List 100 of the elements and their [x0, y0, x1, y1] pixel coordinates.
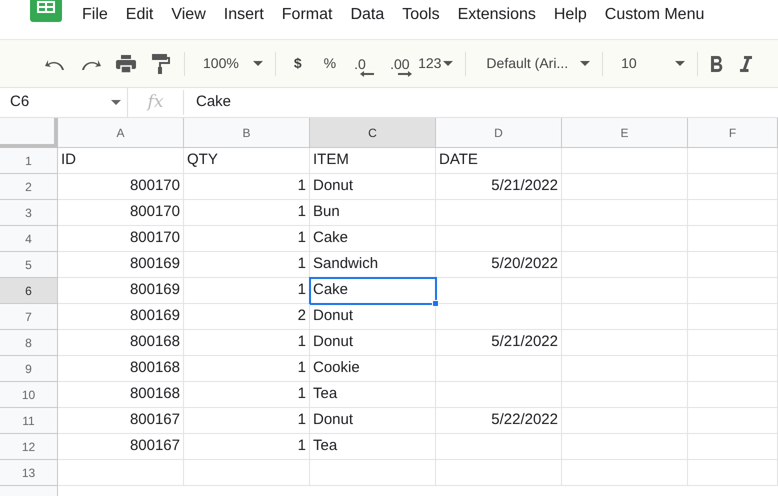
table-cell[interactable] — [58, 460, 184, 486]
table-cell[interactable]: 1 — [184, 252, 310, 278]
table-cell[interactable] — [688, 174, 778, 200]
table-cell[interactable]: 1 — [184, 278, 310, 304]
menu-item[interactable]: Format — [282, 3, 332, 27]
table-cell[interactable]: QTY — [184, 148, 310, 174]
table-cell[interactable]: 800169 — [58, 278, 184, 304]
table-cell[interactable] — [436, 304, 562, 330]
table-cell[interactable]: 5/20/2022 — [436, 252, 562, 278]
row-header[interactable]: 7 — [0, 304, 58, 330]
table-cell[interactable] — [688, 278, 778, 304]
table-cell[interactable] — [436, 434, 562, 460]
column-header[interactable]: A — [58, 118, 184, 148]
table-cell[interactable]: 1 — [184, 382, 310, 408]
row-header[interactable]: 4 — [0, 226, 58, 252]
table-cell[interactable]: Donut — [310, 304, 436, 330]
table-cell[interactable] — [562, 148, 688, 174]
table-cell[interactable]: 5/21/2022 — [436, 330, 562, 356]
table-cell[interactable]: Donut — [310, 330, 436, 356]
table-cell[interactable]: 1 — [184, 408, 310, 434]
table-cell[interactable]: Donut — [310, 408, 436, 434]
row-header[interactable]: 13 — [0, 460, 58, 486]
sheets-logo-icon[interactable] — [30, 0, 62, 22]
table-cell[interactable]: 800168 — [58, 330, 184, 356]
table-cell[interactable]: 1 — [184, 434, 310, 460]
table-cell[interactable]: 800168 — [58, 382, 184, 408]
table-cell[interactable]: Bun — [310, 200, 436, 226]
row-header[interactable]: 12 — [0, 434, 58, 460]
table-cell[interactable]: ID — [58, 148, 184, 174]
table-cell[interactable] — [562, 434, 688, 460]
column-header[interactable]: C — [310, 118, 436, 148]
table-cell[interactable]: 800170 — [58, 226, 184, 252]
row-header[interactable]: 2 — [0, 174, 58, 200]
row-header[interactable]: 6 — [0, 278, 58, 304]
table-cell[interactable] — [688, 200, 778, 226]
table-cell[interactable]: 1 — [184, 200, 310, 226]
table-cell[interactable]: DATE — [436, 148, 562, 174]
table-cell[interactable] — [562, 356, 688, 382]
column-header[interactable]: B — [184, 118, 310, 148]
table-cell[interactable] — [562, 200, 688, 226]
table-cell[interactable] — [562, 382, 688, 408]
table-cell[interactable] — [436, 278, 562, 304]
currency-button[interactable]: $ — [294, 53, 302, 74]
table-cell[interactable] — [562, 174, 688, 200]
table-cell[interactable] — [688, 460, 778, 486]
table-cell[interactable] — [436, 200, 562, 226]
table-cell[interactable]: Tea — [310, 434, 436, 460]
formula-input[interactable]: Cake — [196, 91, 696, 114]
print-icon[interactable] — [116, 54, 136, 72]
table-cell[interactable] — [688, 304, 778, 330]
table-cell[interactable]: 800170 — [58, 200, 184, 226]
table-cell[interactable] — [562, 304, 688, 330]
table-cell[interactable]: 2 — [184, 304, 310, 330]
table-cell[interactable]: 5/22/2022 — [436, 408, 562, 434]
table-cell[interactable]: 800168 — [58, 356, 184, 382]
table-cell[interactable] — [562, 252, 688, 278]
table-cell[interactable] — [688, 408, 778, 434]
table-cell[interactable]: Sandwich — [310, 252, 436, 278]
table-cell[interactable]: Cookie — [310, 356, 436, 382]
bold-icon[interactable] — [710, 56, 724, 72]
font-size-dropdown[interactable]: 10 — [621, 53, 685, 74]
table-cell[interactable] — [688, 330, 778, 356]
menu-item[interactable]: File — [82, 3, 108, 27]
row-header[interactable]: 11 — [0, 408, 58, 434]
table-cell[interactable] — [436, 382, 562, 408]
table-cell[interactable]: 800169 — [58, 252, 184, 278]
row-header[interactable]: 8 — [0, 330, 58, 356]
name-box[interactable]: C6 — [0, 88, 128, 117]
zoom-dropdown[interactable]: 100% — [203, 53, 263, 74]
menu-item[interactable]: Edit — [126, 3, 154, 27]
table-cell[interactable] — [688, 382, 778, 408]
column-header[interactable]: E — [562, 118, 688, 148]
column-header[interactable]: F — [688, 118, 778, 148]
table-cell[interactable] — [436, 356, 562, 382]
menu-item[interactable]: Extensions — [458, 3, 536, 27]
table-cell[interactable] — [562, 460, 688, 486]
number-format-dropdown[interactable]: 123 — [418, 53, 454, 74]
table-cell[interactable]: 1 — [184, 356, 310, 382]
table-cell[interactable] — [562, 408, 688, 434]
table-cell[interactable]: 5/21/2022 — [436, 174, 562, 200]
table-cell[interactable] — [688, 148, 778, 174]
menu-item[interactable]: Custom Menu — [604, 3, 704, 27]
font-dropdown[interactable]: Default (Ari... — [486, 53, 590, 74]
table-cell[interactable]: 1 — [184, 226, 310, 252]
decrease-decimals-button[interactable]: .0 — [354, 50, 374, 76]
row-header[interactable]: 1 — [0, 148, 58, 174]
menu-item[interactable]: Help — [554, 3, 587, 27]
table-cell[interactable]: ITEM — [310, 148, 436, 174]
table-cell[interactable] — [184, 460, 310, 486]
italic-icon[interactable] — [740, 56, 752, 72]
fill-handle[interactable] — [432, 300, 439, 307]
row-header[interactable]: 3 — [0, 200, 58, 226]
table-cell[interactable] — [310, 460, 436, 486]
active-cell[interactable]: Cake — [310, 278, 436, 304]
table-cell[interactable] — [562, 330, 688, 356]
table-cell[interactable] — [562, 278, 688, 304]
table-cell[interactable] — [688, 356, 778, 382]
table-cell[interactable]: 800167 — [58, 408, 184, 434]
table-cell[interactable] — [436, 226, 562, 252]
table-cell[interactable]: 800167 — [58, 434, 184, 460]
